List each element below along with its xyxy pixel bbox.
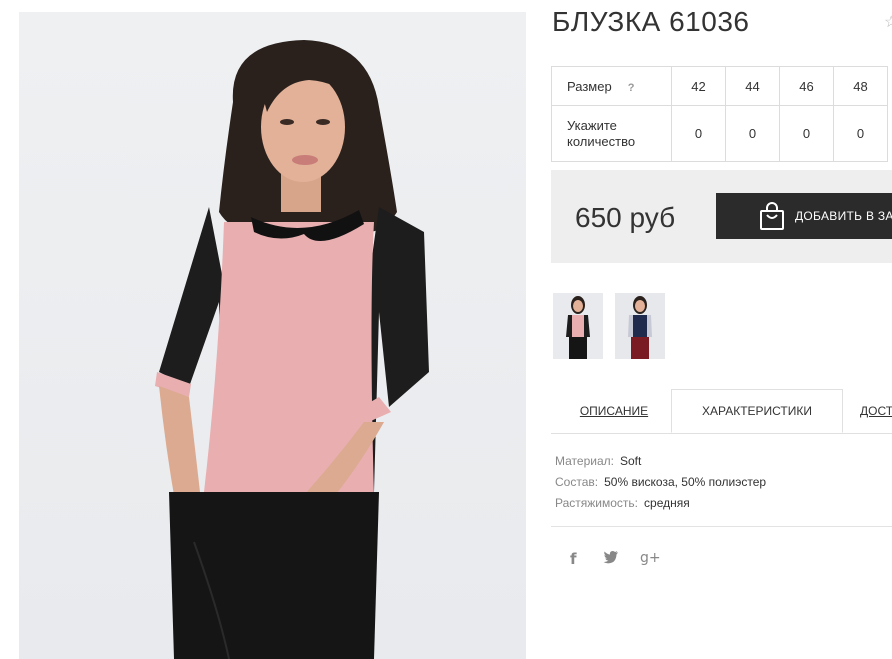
thumbnail-navy-blouse[interactable] bbox=[615, 293, 665, 359]
facebook-icon[interactable]: f bbox=[570, 550, 577, 568]
shopping-bag-icon bbox=[759, 201, 785, 231]
thumbnail-pink-blouse[interactable] bbox=[553, 293, 603, 359]
characteristic-value: Soft bbox=[619, 454, 642, 468]
quantity-input[interactable]: 0 bbox=[833, 105, 888, 162]
characteristic-value: 50% вискоза, 50% полиэстер bbox=[604, 475, 767, 489]
product-main-photo[interactable] bbox=[19, 12, 526, 659]
price-panel: 650 руб ДОБАВИТЬ В ЗАКАЗ bbox=[551, 170, 892, 263]
size-option: 42 bbox=[671, 66, 726, 106]
product-title: БЛУЗКА 61036 bbox=[552, 6, 750, 37]
quantity-input[interactable]: 0 bbox=[725, 105, 780, 162]
characteristic-row: Состав: 50% вискоза, 50% полиэстер bbox=[555, 472, 766, 493]
characteristic-key: Состав: bbox=[555, 475, 599, 489]
size-option: 44 bbox=[725, 66, 780, 106]
add-to-cart-label: ДОБАВИТЬ В ЗАКАЗ bbox=[795, 209, 892, 223]
twitter-icon[interactable] bbox=[603, 550, 619, 568]
section-divider bbox=[551, 526, 892, 527]
tab-delivery[interactable]: ДОСТАВКА bbox=[860, 389, 892, 433]
size-option: 46 bbox=[779, 66, 834, 106]
characteristic-row: Материал: Soft bbox=[555, 451, 766, 472]
quantity-label: Укажите количество bbox=[551, 105, 672, 162]
characteristic-row: Растяжимость: средняя bbox=[555, 493, 766, 514]
google-plus-icon[interactable]: g+ bbox=[640, 550, 661, 566]
product-price: 650 руб bbox=[575, 202, 676, 233]
size-option: 48 bbox=[833, 66, 888, 106]
tabs-divider bbox=[551, 433, 892, 434]
quantity-input[interactable]: 0 bbox=[779, 105, 834, 162]
size-label-cell: Размер? bbox=[551, 66, 672, 106]
size-help-icon[interactable]: ? bbox=[628, 82, 635, 94]
quantity-input[interactable]: 0 bbox=[671, 105, 726, 162]
size-table: Размер? 42 44 46 48 Укажите количество 0… bbox=[551, 66, 888, 162]
tab-description[interactable]: ОПИСАНИЕ bbox=[562, 389, 666, 433]
tab-characteristics[interactable]: ХАРАКТЕРИСТИКИ bbox=[671, 389, 843, 433]
characteristic-key: Материал: bbox=[555, 454, 614, 468]
size-label: Размер bbox=[567, 78, 612, 94]
star-icon[interactable]: ☆ bbox=[884, 12, 892, 32]
characteristics-list: Материал: Soft Состав: 50% вискоза, 50% по… bbox=[555, 451, 766, 514]
characteristic-key: Растяжимость: bbox=[555, 496, 639, 510]
characteristic-value: средняя bbox=[644, 496, 690, 510]
add-to-cart-button[interactable]: ДОБАВИТЬ В ЗАКАЗ bbox=[716, 193, 892, 239]
